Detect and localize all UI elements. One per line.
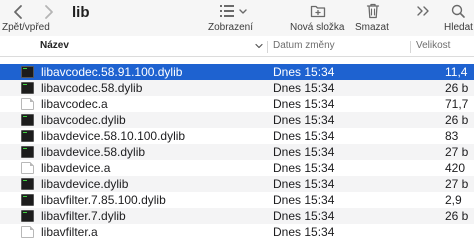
file-size: 27 b [445,177,469,191]
column-divider[interactable] [410,41,411,53]
document-file-icon [21,162,34,174]
file-date: Dnes 15:34 [273,129,335,143]
back-button[interactable] [9,2,29,22]
search-button[interactable]: Hledat [444,0,474,36]
file-date: Dnes 15:34 [273,177,335,191]
file-row[interactable]: libavcodec.dylib Dnes 15:34 26 b [0,112,474,128]
file-name: libavcodec.dylib [41,113,126,127]
file-name: libavcodec.58.dylib [41,81,143,95]
executable-file-icon [21,210,34,222]
file-name: libavcodec.58.91.100.dylib [41,65,183,79]
file-size: 26 b [445,209,469,223]
file-name: libavdevice.58.10.100.dylib [41,129,186,143]
executable-file-icon [21,178,34,190]
file-size: 71,7 [445,97,469,111]
file-size: 26 b [445,81,469,95]
view-label: Zobrazení [208,22,254,33]
column-header-size[interactable]: Velikost [416,40,450,51]
folder-title: lib [72,4,90,21]
column-divider[interactable] [267,41,268,53]
file-date: Dnes 15:34 [273,113,335,127]
file-row[interactable]: libavcodec.58.91.100.dylib Dnes 15:34 11,4 [0,64,474,80]
finder-window: Zpět/vpřed lib Zobrazení Nová složka Sma… [0,0,474,245]
document-file-icon [21,226,34,238]
search-label: Hledat [444,22,473,33]
file-row[interactable]: libavcodec.a Dnes 15:34 71,7 [0,96,474,112]
new-folder-button[interactable]: Nová složka [290,0,346,36]
list-view-icon [220,5,247,17]
document-file-icon [21,98,34,110]
file-size: 83 [445,129,459,143]
file-row[interactable]: libavfilter.7.dylib Dnes 15:34 26 b [0,208,474,224]
file-row[interactable]: libavdevice.58.dylib Dnes 15:34 27 b [0,144,474,160]
forward-button[interactable] [38,2,58,22]
file-size: 26 b [445,113,469,127]
delete-button[interactable]: Smazat [355,0,393,36]
chevron-double-right-icon [417,6,429,16]
file-date: Dnes 15:34 [273,81,335,95]
executable-file-icon [21,194,34,206]
delete-label: Smazat [355,22,389,33]
file-date: Dnes 15:34 [273,193,335,207]
nav-label: Zpět/vpřed [2,22,50,33]
column-header-date[interactable]: Datum změny [273,40,335,51]
file-name: libavdevice.a [41,161,111,175]
file-row[interactable]: libavdevice.a Dnes 15:34 420 [0,160,474,176]
file-name: libavdevice.dylib [41,177,129,191]
trash-icon [366,3,380,19]
file-row[interactable]: libavdevice.dylib Dnes 15:34 27 b [0,176,474,192]
executable-file-icon [21,146,34,158]
file-name: libavfilter.7.85.100.dylib [41,193,166,207]
more-button[interactable] [413,0,433,36]
file-name: libavfilter.a [41,225,98,239]
chevron-right-icon [45,5,53,19]
column-header: Název Datum změny Velikost [0,37,474,57]
toolbar: Zpět/vpřed lib Zobrazení Nová složka Sma… [0,0,474,36]
file-date: Dnes 15:34 [273,209,335,223]
column-header-name[interactable]: Název [40,40,69,51]
file-size: 2,9 [445,193,462,207]
chevron-left-icon [14,5,22,19]
file-date: Dnes 15:34 [273,225,335,239]
file-size: 11,4 [445,65,468,79]
file-name: libavdevice.58.dylib [41,145,146,159]
new-folder-label: Nová složka [290,22,345,33]
sort-chevron-icon [255,43,263,49]
executable-file-icon [21,130,34,142]
executable-file-icon [21,82,34,94]
file-name: libavcodec.a [41,97,108,111]
file-size: 420 [445,161,466,175]
file-date: Dnes 15:34 [273,161,335,175]
file-date: Dnes 15:34 [273,145,335,159]
executable-file-icon [21,66,34,78]
file-row[interactable]: libavfilter.7.85.100.dylib Dnes 15:34 2,9 [0,192,474,208]
file-list: libavcodec.58.91.100.dylib Dnes 15:34 11,4… [0,64,474,240]
file-row[interactable]: libavdevice.58.10.100.dylib Dnes 15:34 83 [0,128,474,144]
file-date: Dnes 15:34 [273,97,335,111]
file-name: libavfilter.7.dylib [41,209,126,223]
executable-file-icon [21,114,34,126]
search-icon [451,4,465,18]
file-size: 27 b [445,145,469,159]
file-date: Dnes 15:34 [273,65,335,79]
new-folder-icon [310,5,326,18]
file-row[interactable]: libavfilter.a Dnes 15:34 [0,224,474,240]
view-button[interactable]: Zobrazení [208,0,258,36]
file-row[interactable]: libavcodec.58.dylib Dnes 15:34 26 b [0,80,474,96]
